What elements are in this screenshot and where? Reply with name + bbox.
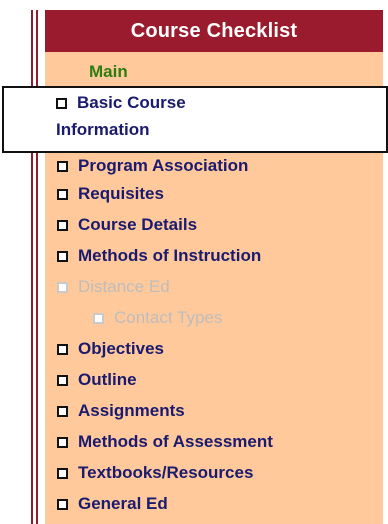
nav-label: Program Association (78, 156, 249, 175)
checkbox-icon (57, 343, 68, 355)
nav-label: Contact Types (114, 308, 223, 327)
nav-textbooks-resources[interactable]: Textbooks/Resources (45, 459, 383, 487)
nav-distance-ed: Distance Ed (45, 273, 383, 301)
checkbox-icon (56, 97, 67, 109)
nav-methods-of-assessment[interactable]: Methods of Assessment (45, 428, 383, 456)
nav-requisites[interactable]: Requisites (45, 180, 383, 208)
nav-label: General Ed (78, 494, 168, 513)
nav-course-details[interactable]: Course Details (45, 211, 383, 239)
nav-label: Basic Course (77, 93, 186, 112)
nav-methods-of-instruction[interactable]: Methods of Instruction (45, 242, 383, 270)
nav-label: Course Details (78, 215, 198, 234)
checkbox-icon (57, 467, 68, 479)
nav-label: Textbooks/Resources (78, 463, 254, 482)
nav-general-ed[interactable]: General Ed (45, 490, 383, 518)
nav-basic-course-information-line2[interactable]: Information (56, 120, 150, 140)
checkbox-icon (57, 498, 68, 510)
checkbox-icon (57, 374, 68, 386)
nav-assignments[interactable]: Assignments (45, 397, 383, 425)
checkbox-icon (57, 188, 68, 200)
nav-objectives[interactable]: Objectives (45, 335, 383, 363)
nav-basic-course-information[interactable]: Basic Course (56, 93, 186, 113)
nav-label: Outline (78, 370, 137, 389)
checkbox-icon (57, 219, 68, 231)
checkbox-icon (57, 281, 68, 293)
panel-title: Course Checklist (45, 10, 383, 52)
nav-outline[interactable]: Outline (45, 366, 383, 394)
nav-label: Objectives (78, 339, 164, 358)
checkbox-icon (57, 160, 68, 172)
nav-label: Methods of Instruction (78, 246, 262, 265)
main-link[interactable]: Main (89, 62, 128, 82)
nav-label: Distance Ed (78, 277, 170, 296)
checkbox-icon (57, 436, 68, 448)
nav-program-association[interactable]: Program Association (45, 152, 383, 180)
nav-label: Assignments (78, 401, 185, 420)
nav-contact-types: Contact Types (45, 304, 383, 332)
nav-label: Methods of Assessment (78, 432, 273, 451)
checkbox-icon (57, 250, 68, 262)
checkbox-icon (57, 405, 68, 417)
checkbox-icon (93, 312, 104, 324)
nav-label: Requisites (78, 184, 164, 203)
